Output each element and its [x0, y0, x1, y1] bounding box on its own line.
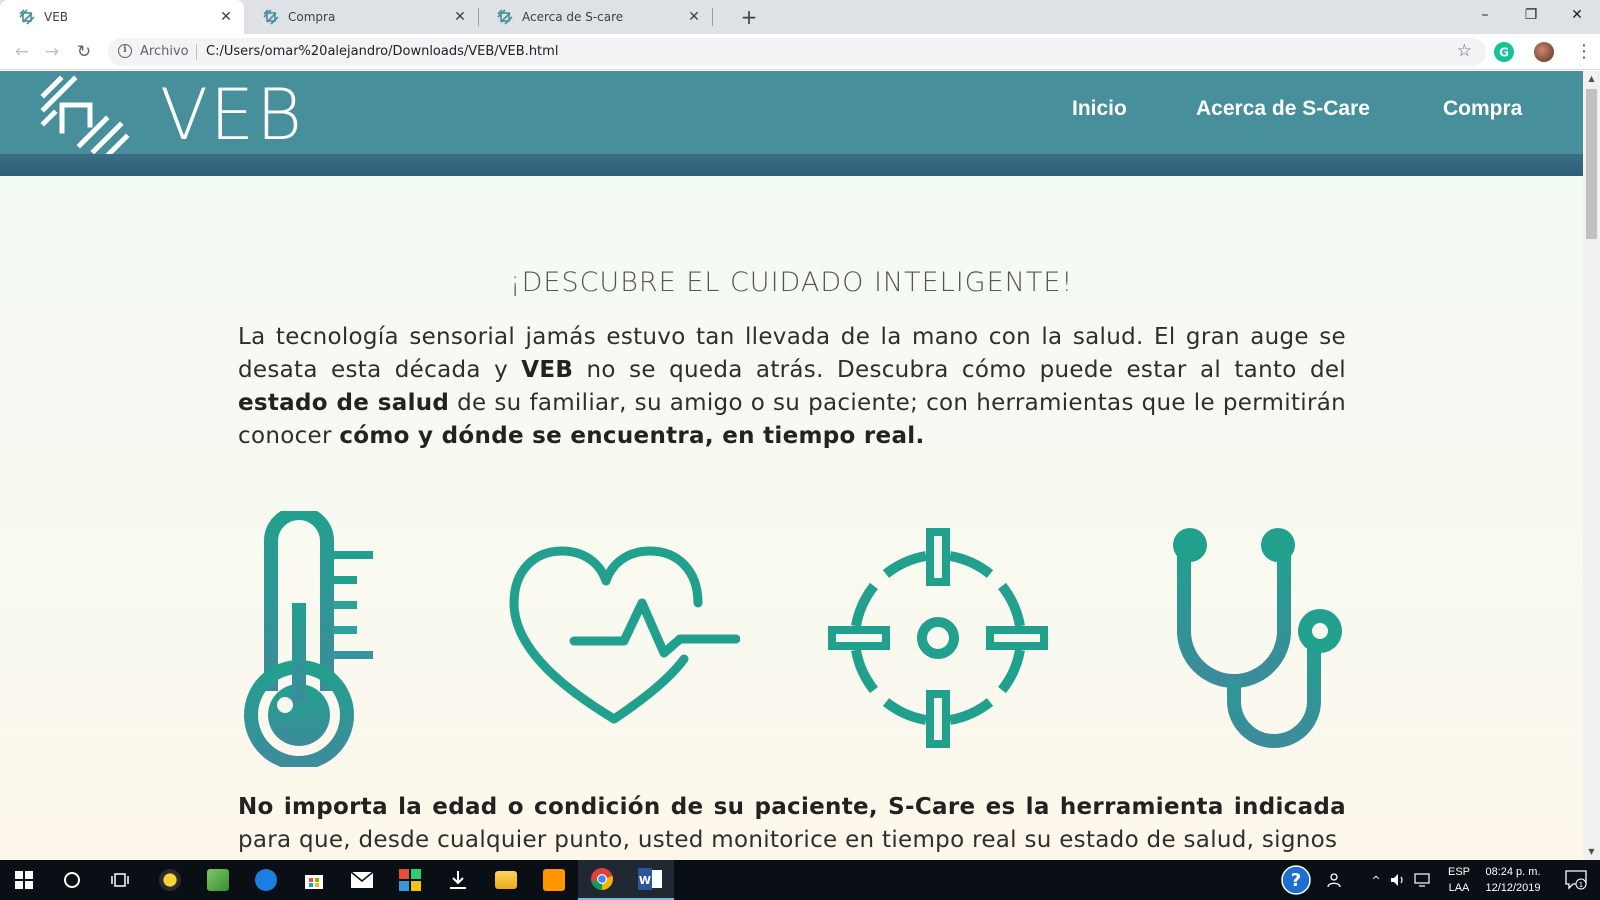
browser-tab-strip: VEB ✕ Compra ✕ Acerca de S-care ✕ + – ❐ …: [0, 0, 1600, 34]
app-icon-2[interactable]: [194, 860, 242, 900]
logo-text: VEB: [160, 74, 304, 156]
page-headline: ¡DESCUBRE EL CUIDADO INTELIGENTE!: [509, 267, 1074, 298]
profile-avatar[interactable]: [1534, 42, 1554, 62]
chevron-up-icon[interactable]: ^: [1366, 860, 1386, 900]
search-icon[interactable]: [48, 860, 96, 900]
scroll-down-icon[interactable]: ▼: [1583, 844, 1600, 860]
grammarly-extension-icon[interactable]: G: [1494, 42, 1514, 62]
veb-logo[interactable]: VEB: [40, 75, 302, 159]
tab-acerca[interactable]: Acerca de S-care ✕: [478, 0, 712, 34]
close-icon[interactable]: ✕: [686, 9, 702, 25]
minimize-button[interactable]: –: [1462, 0, 1508, 30]
site-favicon-icon: [497, 9, 513, 25]
network-icon[interactable]: [1410, 860, 1434, 900]
people-icon[interactable]: [1320, 860, 1350, 900]
intro-paragraph: La tecnología sensorial jamás estuvo tan…: [238, 324, 1346, 449]
language-indicator[interactable]: ESP LAA: [1444, 864, 1474, 896]
help-icon[interactable]: ?: [1272, 860, 1320, 900]
info-icon[interactable]: i: [118, 44, 132, 58]
thermometer-icon: [235, 506, 385, 770]
nav-acerca[interactable]: Acerca de S-Care: [1196, 97, 1370, 121]
windows-start-icon[interactable]: [0, 860, 48, 900]
volume-icon[interactable]: [1386, 860, 1410, 900]
site-header: VEB Inicio Acerca de S-Care Compra: [0, 71, 1583, 159]
site-favicon-icon: [263, 9, 279, 25]
restore-button[interactable]: ❐: [1508, 0, 1554, 30]
browser-toolbar: ← → ↻ i Archivo C:/Users/omar%20alejandr…: [0, 34, 1600, 70]
header-band: [0, 154, 1583, 176]
second-paragraph: No importa la edad o condición de su pac…: [238, 794, 1346, 853]
svg-text:?: ?: [1291, 870, 1301, 891]
file-explorer-icon[interactable]: [482, 860, 530, 900]
store-icon[interactable]: [290, 860, 338, 900]
office-icon[interactable]: [386, 860, 434, 900]
tab-label: Compra: [288, 10, 336, 24]
svg-text:G: G: [1499, 46, 1509, 60]
tab-compra[interactable]: Compra ✕: [244, 0, 478, 34]
close-icon[interactable]: ✕: [218, 9, 234, 25]
svg-text:W: W: [639, 874, 651, 887]
new-tab-button[interactable]: +: [736, 4, 762, 30]
forward-arrow-icon[interactable]: →: [40, 40, 64, 64]
windows-taskbar: W ? ^ ESP LAA 08:24 p. m. 12/12/2019 1: [0, 860, 1600, 900]
sublime-text-icon[interactable]: [530, 860, 578, 900]
edge-browser-icon[interactable]: [242, 860, 290, 900]
tab-label: Acerca de S-care: [522, 10, 624, 24]
mail-icon[interactable]: [338, 860, 386, 900]
veb-logo-mark-icon: [40, 75, 130, 159]
page-viewport: VEB Inicio Acerca de S-Care Compra ¡DESC…: [0, 71, 1583, 860]
page-scrollbar[interactable]: ▲ ▼: [1583, 71, 1600, 860]
site-favicon-icon: [19, 9, 35, 25]
tab-divider: [712, 8, 713, 26]
heart-pulse-icon: [508, 541, 741, 731]
notifications-icon[interactable]: 1: [1558, 860, 1594, 900]
scrollbar-thumb[interactable]: [1586, 89, 1597, 239]
tab-label: VEB: [44, 10, 69, 24]
app-icon-1[interactable]: [146, 860, 194, 900]
svg-text:1: 1: [1579, 881, 1583, 889]
close-icon[interactable]: ✕: [452, 9, 468, 25]
nav-inicio[interactable]: Inicio: [1072, 97, 1127, 121]
back-arrow-icon[interactable]: ←: [10, 40, 34, 64]
chrome-icon[interactable]: [578, 860, 626, 900]
reload-icon[interactable]: ↻: [72, 40, 96, 64]
scroll-up-icon[interactable]: ▲: [1583, 71, 1600, 87]
location-target-icon: [826, 526, 1050, 750]
word-icon[interactable]: W: [626, 860, 674, 900]
browser-menu-icon[interactable]: ⋮: [1574, 40, 1594, 64]
task-view-icon[interactable]: [96, 860, 144, 900]
nav-compra[interactable]: Compra: [1443, 97, 1522, 121]
download-icon[interactable]: [434, 860, 482, 900]
address-url[interactable]: C:/Users/omar%20alejandro/Downloads/VEB/…: [206, 44, 558, 59]
bookmark-star-icon[interactable]: ☆: [1457, 41, 1472, 61]
address-divider: [196, 44, 197, 60]
tab-veb[interactable]: VEB ✕: [0, 0, 244, 34]
clock[interactable]: 08:24 p. m. 12/12/2019: [1478, 864, 1548, 896]
stethoscope-icon: [1160, 521, 1350, 757]
close-window-button[interactable]: ✕: [1554, 0, 1600, 30]
address-scheme: Archivo: [140, 44, 189, 59]
address-bar[interactable]: i Archivo C:/Users/omar%20alejandro/Down…: [108, 38, 1486, 66]
